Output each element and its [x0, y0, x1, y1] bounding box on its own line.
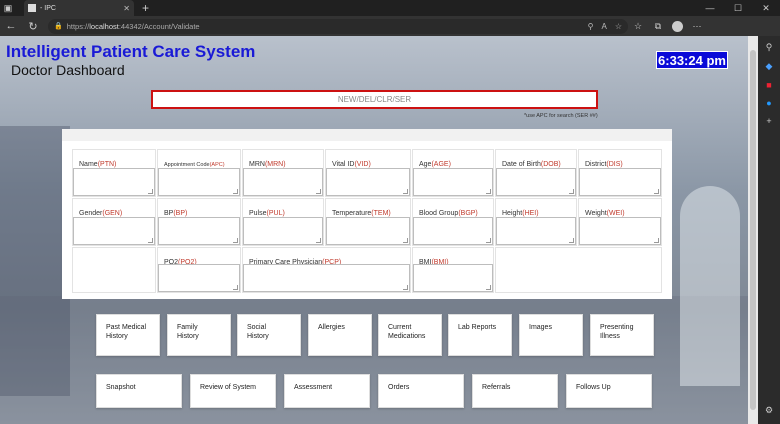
favorites-bar-icon[interactable]: ☆ [628, 21, 648, 32]
patient-form: Name(PTN) Appointment Code(APC) MRN(MRN)… [62, 129, 672, 299]
referrals-button[interactable]: Referrals [472, 374, 558, 408]
scrollbar-thumb[interactable] [750, 50, 756, 410]
field-age: Age(AGE) [412, 149, 494, 197]
blood-group-input[interactable] [413, 217, 493, 245]
shopping-icon[interactable]: ◆ [766, 61, 773, 72]
po2-input[interactable] [158, 264, 240, 292]
date-of-birth-input[interactable] [496, 168, 576, 196]
district-input[interactable] [579, 168, 661, 196]
social-history-button[interactable]: Social History [237, 314, 301, 356]
height-input[interactable] [496, 217, 576, 245]
back-icon[interactable]: ← [0, 20, 22, 32]
tools-icon[interactable]: ■ [766, 80, 771, 90]
window-close-icon[interactable]: ✕ [752, 3, 780, 14]
primary-care-physician-input[interactable] [243, 264, 410, 292]
field-bp: BP(BP) [157, 198, 241, 246]
url-prefix: https:// [66, 21, 90, 31]
field-date-of-birth: Date of Birth(DOB) [495, 149, 577, 197]
family-history-button[interactable]: Family History [167, 314, 231, 356]
age-input[interactable] [413, 168, 493, 196]
refresh-icon[interactable]: ↻ [22, 20, 44, 33]
close-tab-icon[interactable]: ✕ [123, 4, 130, 13]
current-medications-button[interactable]: Current Medications [378, 314, 442, 356]
field-gender: Gender(GEN) [72, 198, 156, 246]
mrn-input[interactable] [243, 168, 323, 196]
field-temperature: Temperature(TEM) [325, 198, 411, 246]
weight-input[interactable] [579, 217, 661, 245]
command-hint: *use APC for search (SER ##) [524, 113, 598, 119]
browser-sidebar: ⚲ ◆ ■ ● + ⚙ [758, 36, 780, 424]
field-empty [72, 247, 156, 293]
outlook-icon[interactable]: ● [766, 98, 771, 108]
zoom-icon[interactable]: ⚲ [588, 22, 594, 31]
bp-input[interactable] [158, 217, 240, 245]
browser-titlebar: ▣ - IPC ✕ + — ☐ ✕ [0, 0, 780, 16]
review-of-system-button[interactable]: Review of System [190, 374, 276, 408]
profile-avatar-icon[interactable] [672, 20, 683, 32]
collections-icon[interactable]: ⧉ [648, 21, 668, 32]
presenting-illness-button[interactable]: Presenting Illness [590, 314, 654, 356]
field-empty [495, 247, 662, 293]
field-height: Height(HEI) [495, 198, 577, 246]
favorite-icon[interactable]: ☆ [615, 22, 622, 31]
url-host: localhost [89, 21, 119, 31]
command-input[interactable]: NEW/DEL/CLR/SER [151, 90, 598, 109]
assessment-button[interactable]: Assessment [284, 374, 370, 408]
field-district: District(DIS) [578, 149, 662, 197]
tab-actions-icon[interactable]: ▣ [0, 0, 16, 16]
field-vital-id: Vital ID(VID) [325, 149, 411, 197]
field-appointment-code: Appointment Code(APC) [157, 149, 241, 197]
orders-button[interactable]: Orders [378, 374, 464, 408]
images-button[interactable]: Images [519, 314, 583, 356]
field-blood-group: Blood Group(BGP) [412, 198, 494, 246]
app-title: Intelligent Patient Care System [6, 42, 256, 61]
field-mrn: MRN(MRN) [242, 149, 324, 197]
search-icon[interactable]: ⚲ [766, 42, 773, 53]
field-name: Name(PTN) [72, 149, 156, 197]
field-weight: Weight(WEI) [578, 198, 662, 246]
address-bar[interactable]: 🔒 https://localhost:44342/Account/Valida… [48, 18, 628, 34]
snapshot-button[interactable]: Snapshot [96, 374, 182, 408]
new-tab-button[interactable]: + [142, 1, 149, 15]
past-medical-history-button[interactable]: Past Medical History [96, 314, 160, 356]
maximize-icon[interactable]: ☐ [724, 3, 752, 14]
sidebar-settings-icon[interactable]: ⚙ [765, 405, 773, 416]
page-favicon-icon [28, 4, 36, 12]
url-path: :44342/Account/Validate [118, 21, 200, 31]
gender-input[interactable] [73, 217, 155, 245]
field-bmi: BMI(BMI) [412, 247, 494, 293]
clock-display: 6:33:24 pm [656, 51, 728, 69]
allergies-button[interactable]: Allergies [308, 314, 372, 356]
appointment-code-input[interactable] [158, 168, 240, 196]
bmi-input[interactable] [413, 264, 493, 292]
add-sidebar-app-icon[interactable]: + [766, 116, 771, 126]
page-content: Intelligent Patient Care System Doctor D… [0, 36, 748, 424]
page-scrollbar[interactable] [748, 36, 758, 424]
more-menu-icon[interactable]: ⋯ [687, 21, 707, 32]
name-input[interactable] [73, 168, 155, 196]
vital-id-input[interactable] [326, 168, 410, 196]
page-subtitle: Doctor Dashboard [11, 62, 125, 78]
tab-title: - IPC [40, 4, 56, 12]
temperature-input[interactable] [326, 217, 410, 245]
minimize-icon[interactable]: — [696, 3, 724, 13]
field-pulse: Pulse(PUL) [242, 198, 324, 246]
read-aloud-icon[interactable]: A [601, 22, 606, 31]
browser-toolbar: ← ↻ 🔒 https://localhost:44342/Account/Va… [0, 16, 780, 36]
field-primary-care-physician: Primary Care Physician(PCP) [242, 247, 411, 293]
follows-up-button[interactable]: Follows Up [566, 374, 652, 408]
lock-icon[interactable]: 🔒 [54, 22, 63, 30]
lab-reports-button[interactable]: Lab Reports [448, 314, 512, 356]
browser-tab[interactable]: - IPC ✕ [24, 0, 134, 16]
pulse-input[interactable] [243, 217, 323, 245]
field-po2: PO2(PO2) [157, 247, 241, 293]
